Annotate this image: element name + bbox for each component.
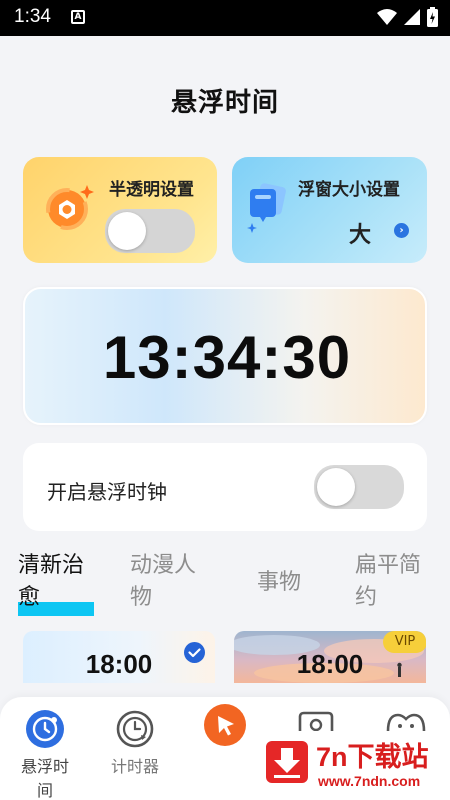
status-bar: 1:34 A [0, 0, 450, 36]
watermark: 7n下载站 www.7ndn.com [262, 735, 440, 791]
download-arrow-icon [266, 741, 308, 783]
opacity-ring-icon [46, 185, 94, 230]
nav-tap[interactable] [203, 703, 247, 751]
tab-objects[interactable]: 事物 [257, 567, 333, 599]
theme-thumbnail[interactable]: 18:00 VIP [234, 631, 426, 683]
floating-clock-label: 开启悬浮时钟 [47, 480, 167, 504]
page-title: 悬浮时间 [170, 88, 279, 118]
chevron-right-icon[interactable]: › [394, 223, 409, 238]
floating-clock-row: 开启悬浮时钟 [23, 443, 427, 531]
theme-time: 18:00 [296, 649, 364, 679]
tab-flat-minimal[interactable]: 扁平简约 [355, 550, 431, 614]
clock-time: 13:34:30 [102, 324, 352, 391]
toggle-knob [317, 468, 355, 506]
nav-floating-time[interactable]: 悬浮时间 [16, 709, 74, 800]
opacity-toggle[interactable] [105, 209, 195, 253]
system-icons [377, 7, 438, 27]
window-size-label: 浮窗大小设置 [298, 180, 400, 200]
face-icon [386, 713, 426, 732]
floating-clock-icon [26, 710, 64, 748]
window-size-card[interactable]: 浮窗大小设置 大 › [232, 157, 427, 263]
toggle-knob [108, 212, 146, 250]
tap-pointer-icon [204, 704, 246, 746]
timer-icon [116, 710, 154, 748]
battery-charging-icon [427, 7, 438, 27]
tab-fresh-healing[interactable]: 清新治愈 [18, 550, 94, 614]
photo-frame-icon [298, 711, 334, 732]
nav-face[interactable] [384, 711, 428, 735]
theme-tabs: 清新治愈 动漫人物 事物 扁平简约 [0, 550, 450, 620]
opacity-settings-label: 半透明设置 [109, 180, 194, 200]
watermark-url: www.7ndn.com [318, 773, 421, 789]
wifi-icon [377, 9, 397, 25]
nav-label: 计时器 [110, 757, 159, 776]
nav-label: 悬浮时间 [20, 757, 69, 800]
window-size-value: 大 [349, 223, 372, 248]
check-icon [184, 642, 205, 663]
nav-photo[interactable] [296, 711, 336, 735]
nav-timer[interactable]: 计时器 [106, 709, 164, 779]
floating-clock-toggle[interactable] [314, 465, 404, 509]
theme-thumbnail[interactable]: 18:00 [23, 631, 215, 683]
window-size-icon [247, 183, 286, 233]
signal-icon [404, 9, 420, 25]
status-time: 1:34 [14, 6, 51, 27]
clock-preview: 13:34:30 [23, 287, 427, 425]
opacity-settings-card[interactable]: 半透明设置 [23, 157, 217, 263]
tab-anime-characters[interactable]: 动漫人物 [130, 550, 206, 614]
watermark-title: 7n下载站 [316, 742, 429, 772]
vip-badge: VIP [383, 631, 426, 653]
notification-icon: A [71, 10, 85, 24]
